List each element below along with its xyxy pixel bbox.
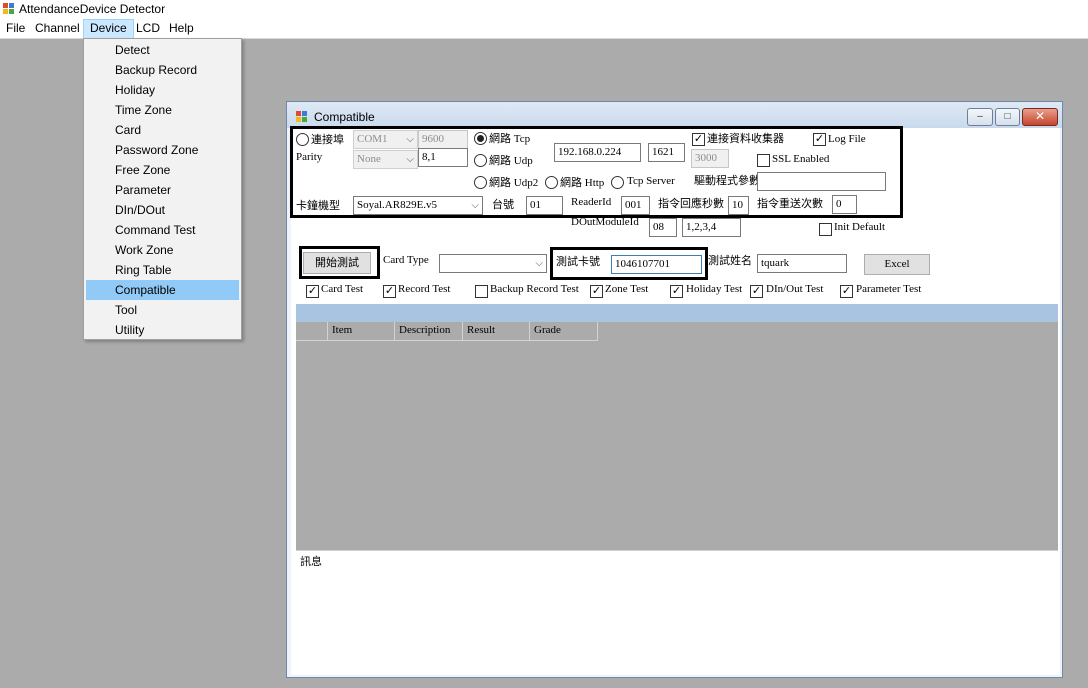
menu-item-free-zone[interactable]: Free Zone (86, 160, 239, 180)
app-title: AttendanceDevice Detector (19, 2, 166, 16)
menu-item-din-dout[interactable]: DIn/DOut (86, 200, 239, 220)
grid-header-result[interactable]: Result (463, 322, 530, 341)
backup-record-test-checkbox[interactable] (475, 285, 488, 298)
test-name-label: 測試姓名 (708, 255, 752, 267)
menu-item-work-zone[interactable]: Work Zone (86, 240, 239, 260)
menu-item-ring-table[interactable]: Ring Table (86, 260, 239, 280)
init-default-label: Init Default (834, 221, 886, 233)
zone-test-checkbox[interactable]: ✓ (590, 285, 603, 298)
connection-settings-highlight (290, 126, 903, 218)
menu-item-backup-record[interactable]: Backup Record (86, 60, 239, 80)
init-default-checkbox[interactable] (819, 223, 832, 236)
menu-item-parameter[interactable]: Parameter (86, 180, 239, 200)
menu-device[interactable]: Device (83, 19, 134, 39)
parameter-test-label: Parameter Test (856, 283, 922, 295)
menu-item-utility[interactable]: Utility (86, 320, 239, 340)
grid-header-item[interactable]: Item (328, 322, 395, 341)
menu-bar: File Channel Device LCD Help (0, 19, 1088, 39)
dout-module-id-field[interactable]: 08 (649, 218, 677, 237)
maximize-button[interactable]: □ (995, 108, 1020, 126)
device-dropdown-menu: Detect Backup Record Holiday Time Zone C… (83, 38, 242, 340)
card-test-checkbox[interactable]: ✓ (306, 285, 319, 298)
menu-item-holiday[interactable]: Holiday (86, 80, 239, 100)
menu-channel[interactable]: Channel (29, 19, 86, 39)
menu-item-time-zone[interactable]: Time Zone (86, 100, 239, 120)
grid-header-grade[interactable]: Grade (530, 322, 598, 341)
window-title-bar[interactable]: Compatible – □ ✕ (287, 102, 1062, 128)
menu-item-password-zone[interactable]: Password Zone (86, 140, 239, 160)
menu-item-card[interactable]: Card (86, 120, 239, 140)
card-type-select[interactable]: ⌵ (439, 254, 547, 273)
grid-header-row-selector (296, 322, 328, 341)
menu-file[interactable]: File (0, 19, 31, 39)
start-button-highlight (299, 246, 380, 279)
menu-item-tool[interactable]: Tool (86, 300, 239, 320)
window-icon (296, 111, 308, 123)
card-test-label: Card Test (321, 283, 364, 295)
menu-item-command-test[interactable]: Command Test (86, 220, 239, 240)
grid-caption-bar (296, 304, 1058, 322)
app-title-bar: AttendanceDevice Detector (0, 0, 1088, 19)
excel-button[interactable]: Excel (864, 254, 930, 275)
compatible-window: Compatible – □ ✕ 連接埠 COM1 ⌵ 9600 網路 Tcp ✓… (286, 101, 1063, 678)
parameter-test-checkbox[interactable]: ✓ (840, 285, 853, 298)
app-icon (3, 3, 15, 15)
record-test-label: Record Test (398, 283, 451, 295)
menu-item-compatible[interactable]: Compatible (86, 280, 239, 300)
dout-list-field[interactable]: 1,2,3,4 (682, 218, 741, 237)
holiday-test-checkbox[interactable]: ✓ (670, 285, 683, 298)
message-label: 訊息 (300, 556, 322, 568)
close-button[interactable]: ✕ (1022, 108, 1058, 126)
test-card-highlight (550, 247, 708, 280)
results-grid[interactable]: Item Description Result Grade (296, 322, 1058, 550)
card-type-label: Card Type (383, 254, 429, 266)
record-test-checkbox[interactable]: ✓ (383, 285, 396, 298)
din-out-test-label: DIn/Out Test (766, 283, 824, 295)
din-out-test-checkbox[interactable]: ✓ (750, 285, 763, 298)
window-title: Compatible (314, 110, 375, 124)
menu-lcd[interactable]: LCD (130, 19, 166, 39)
minimize-button[interactable]: – (967, 108, 993, 126)
grid-header-description[interactable]: Description (395, 322, 463, 341)
window-client-area: 連接埠 COM1 ⌵ 9600 網路 Tcp ✓ 連接資料收集器 ✓ Log Fi… (290, 126, 1060, 675)
test-name-field[interactable]: tquark (757, 254, 847, 273)
zone-test-label: Zone Test (605, 283, 649, 295)
holiday-test-label: Holiday Test (686, 283, 743, 295)
chevron-down-icon: ⌵ (535, 258, 543, 269)
message-panel[interactable]: 訊息 (296, 550, 1058, 675)
menu-help[interactable]: Help (163, 19, 200, 39)
menu-item-detect[interactable]: Detect (86, 40, 239, 60)
backup-record-test-label: Backup Record Test (490, 283, 579, 295)
